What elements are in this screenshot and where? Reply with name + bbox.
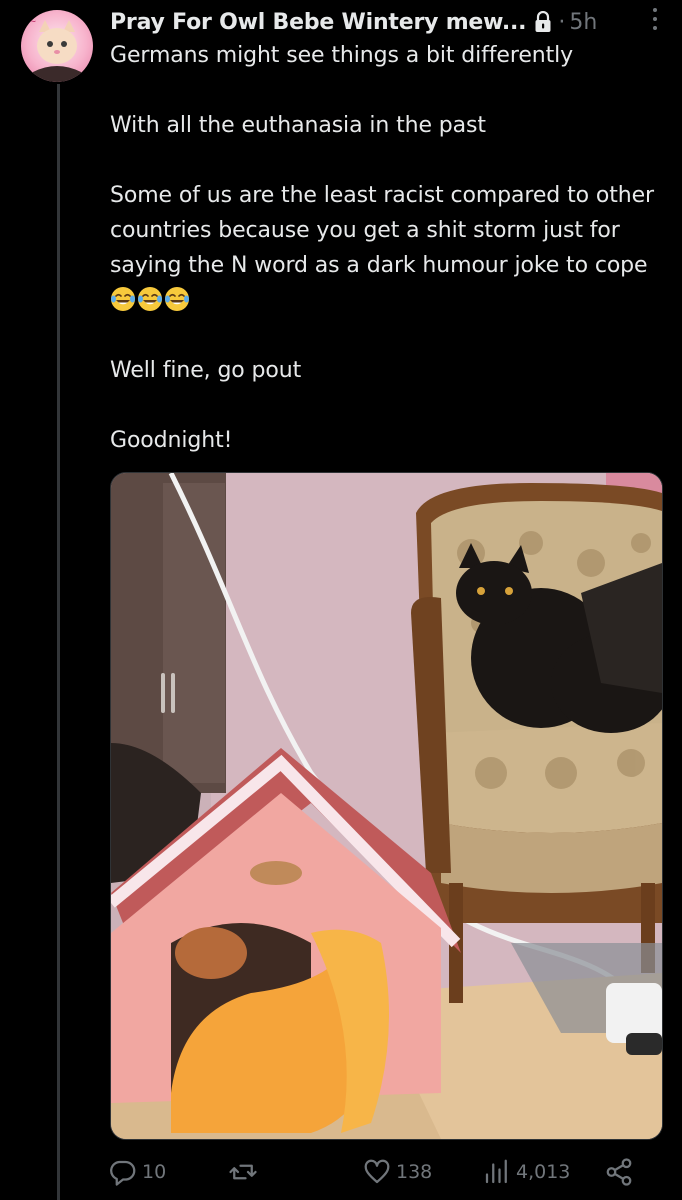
tweet-photo[interactable]: [110, 472, 663, 1140]
more-icon[interactable]: [650, 6, 660, 32]
views-icon: [485, 1159, 507, 1184]
tweet-paragraph: Some of us are the least racist compared…: [110, 178, 670, 318]
avatar[interactable]: ~: [21, 10, 93, 82]
tweet-header: Pray For Owl Bebe Wintery mew... · 5h: [110, 4, 670, 40]
share-button[interactable]: [604, 1150, 634, 1194]
lock-icon: [534, 11, 552, 33]
repost-icon: [229, 1164, 257, 1180]
views-button[interactable]: 4,013: [482, 1150, 570, 1194]
reply-count: 10: [142, 1161, 167, 1183]
tweet-text: Germans might see things a bit different…: [110, 38, 670, 458]
repost-button[interactable]: [228, 1150, 262, 1194]
svg-text:~: ~: [29, 17, 37, 27]
tweet-paragraph-text: Some of us are the least racist compared…: [110, 183, 661, 278]
display-name[interactable]: Pray For Owl Bebe Wintery mew...: [110, 10, 527, 35]
tears-of-joy-emoji-icon: [111, 287, 135, 311]
tears-of-joy-emoji-icon: [138, 287, 162, 311]
photo-cat-room: [111, 473, 662, 1139]
avatar-cat-image: ~: [29, 17, 81, 82]
tweet-paragraph: Well fine, go pout: [110, 358, 302, 383]
tweet-paragraph: Goodnight!: [110, 428, 233, 453]
tweet-paragraph: With all the euthanasia in the past: [110, 113, 486, 138]
action-bar: 10 138 4,013: [108, 1150, 668, 1194]
heart-icon: [364, 1159, 390, 1184]
dot-separator: ·: [558, 9, 566, 35]
emoji-group: [110, 287, 191, 313]
like-count: 138: [396, 1161, 433, 1183]
reply-icon: [110, 1160, 136, 1186]
tears-of-joy-emoji-icon: [165, 287, 189, 311]
timestamp[interactable]: 5h: [569, 10, 597, 35]
like-button[interactable]: 138: [362, 1150, 432, 1194]
tweet-paragraph: Germans might see things a bit different…: [110, 43, 574, 68]
reply-button[interactable]: 10: [108, 1150, 166, 1194]
views-count: 4,013: [516, 1161, 571, 1183]
thread-line: [57, 84, 60, 1200]
share-icon: [606, 1158, 632, 1186]
